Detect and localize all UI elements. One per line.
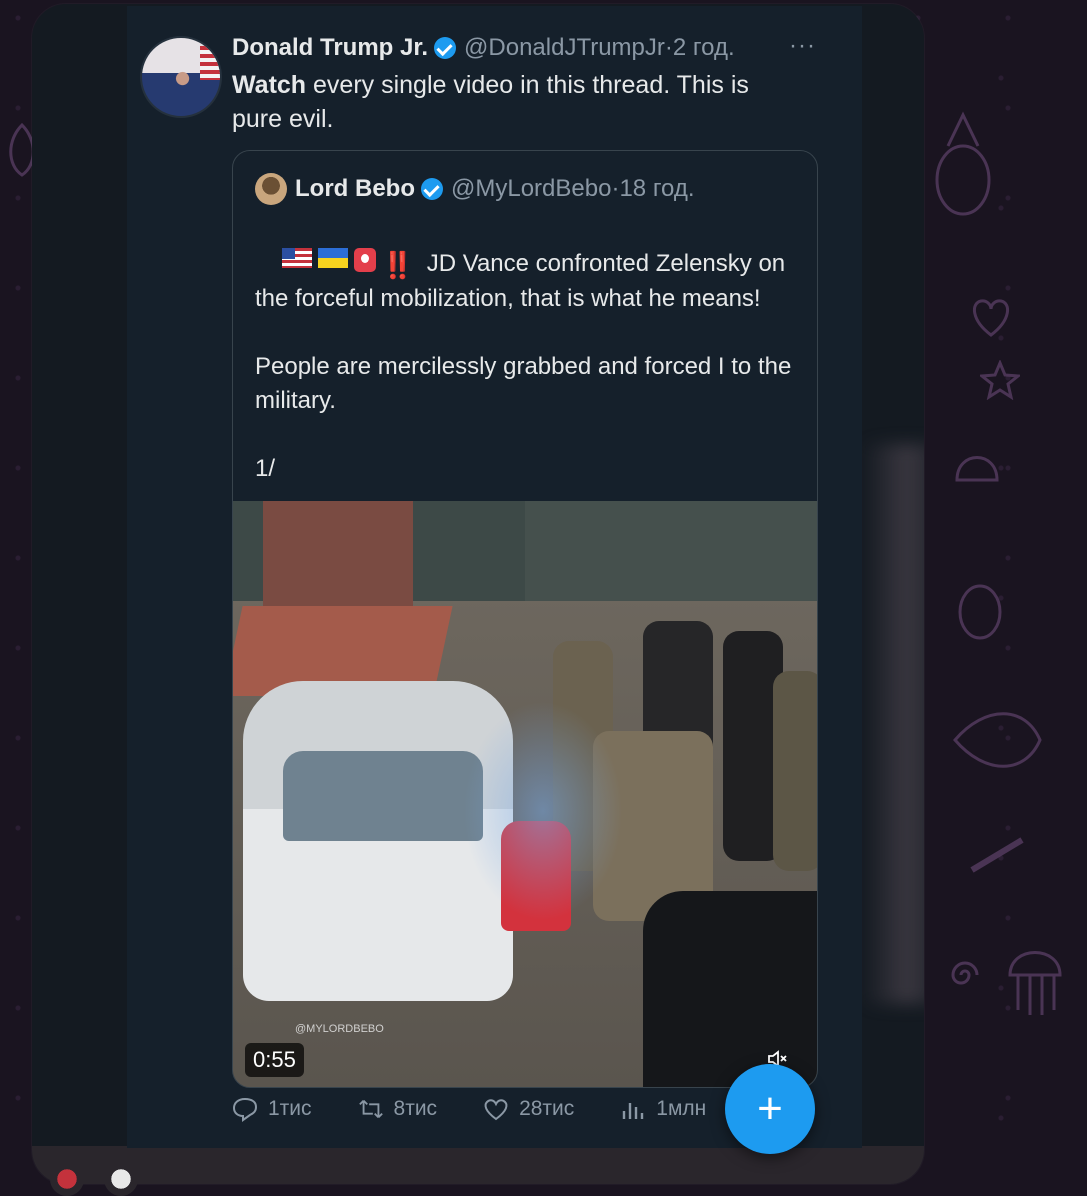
heart-icon bbox=[483, 1096, 509, 1122]
doodle-fish-icon bbox=[953, 712, 1042, 768]
blurred-edge bbox=[862, 444, 924, 1004]
author-handle[interactable]: @DonaldJTrumpJr bbox=[464, 34, 665, 62]
us-flag-icon bbox=[281, 247, 312, 268]
tweet-text-bold: Watch bbox=[232, 71, 307, 99]
video-watermark-text: @MYLORDBEBO bbox=[295, 1023, 384, 1035]
next-message-strip bbox=[32, 1146, 924, 1184]
tweet-text: Watch every single video in this thread.… bbox=[232, 68, 802, 136]
quoted-text-rest: People are mercilessly grabbed and force… bbox=[255, 352, 792, 482]
analytics-icon bbox=[620, 1096, 646, 1122]
quoted-header-separator: · bbox=[611, 175, 620, 202]
views-button[interactable]: 1млн bbox=[620, 1096, 706, 1122]
reply-count: 1тис bbox=[268, 1097, 312, 1120]
reply-icon bbox=[232, 1096, 258, 1122]
video-frame-door bbox=[263, 501, 413, 611]
next-avatar bbox=[50, 1162, 84, 1196]
quoted-author-avatar bbox=[255, 173, 287, 205]
quoted-tweet-text: ‼️ JD Vance confronted Zelensky on the f… bbox=[255, 213, 795, 486]
ukraine-flag-icon bbox=[317, 247, 348, 268]
quoted-tweet[interactable]: Lord Bebo @MyLordBebo · 18 год. ‼️ JD Va… bbox=[232, 150, 818, 1088]
doodle-star-icon bbox=[980, 360, 1020, 400]
author-avatar[interactable] bbox=[140, 36, 222, 118]
video-player[interactable]: @MYLORDBEBO 0:55 bbox=[233, 501, 817, 1087]
doodle-jellyfish-icon bbox=[1008, 951, 1062, 1015]
quoted-author-name: Lord Bebo bbox=[295, 175, 415, 202]
compose-fab-button[interactable]: + bbox=[725, 1064, 815, 1154]
tweet-header: Donald Trump Jr. @DonaldJTrumpJr · 2 год… bbox=[232, 34, 735, 62]
avatar-flag bbox=[200, 46, 220, 80]
tweet-text-rest: every single video in this thread. This … bbox=[232, 71, 749, 133]
doodle-bone-icon bbox=[970, 837, 1024, 873]
more-options-icon[interactable]: ··· bbox=[789, 32, 816, 60]
doodle-egg-icon bbox=[958, 584, 1002, 640]
siren-icon bbox=[353, 247, 376, 272]
like-button[interactable]: 28тис bbox=[483, 1096, 574, 1122]
video-frame-person bbox=[773, 671, 817, 871]
author-name[interactable]: Donald Trump Jr. bbox=[232, 34, 428, 62]
header-separator: · bbox=[664, 34, 673, 61]
reply-button[interactable]: 1тис bbox=[232, 1096, 312, 1122]
like-count: 28тис bbox=[519, 1097, 575, 1120]
quoted-tweet-time: 18 год. bbox=[619, 175, 695, 202]
double-exclamation-icon: ‼️ bbox=[381, 249, 415, 280]
emoji-row: ‼️ bbox=[281, 247, 415, 282]
next-message-avatars bbox=[50, 1162, 138, 1196]
quoted-verified-badge-icon bbox=[421, 178, 443, 200]
video-frame-windshield bbox=[283, 751, 483, 841]
tweet-time[interactable]: 2 год. bbox=[673, 34, 735, 62]
video-watermark-logo bbox=[463, 701, 623, 921]
quoted-tweet-header: Lord Bebo @MyLordBebo · 18 год. bbox=[255, 173, 695, 205]
next-avatar-flag-icon bbox=[104, 1162, 138, 1196]
video-frame-black-car bbox=[643, 891, 817, 1087]
verified-badge-icon bbox=[434, 37, 457, 59]
views-count: 1млн bbox=[656, 1097, 707, 1120]
retweet-button[interactable]: 8тис bbox=[358, 1096, 438, 1122]
retweet-count: 8тис bbox=[393, 1097, 438, 1120]
doodle-pineapple-icon bbox=[935, 111, 991, 216]
doodle-spiral-icon bbox=[951, 961, 979, 985]
quoted-author-handle: @MyLordBebo bbox=[451, 175, 612, 202]
retweet-icon bbox=[358, 1096, 384, 1122]
action-bar: 1тис 8тис 28тис 1млн bbox=[232, 1096, 752, 1122]
video-duration: 0:55 bbox=[245, 1043, 304, 1077]
doodle-bell-icon bbox=[955, 456, 999, 482]
doodle-heart-icon bbox=[972, 299, 1010, 337]
